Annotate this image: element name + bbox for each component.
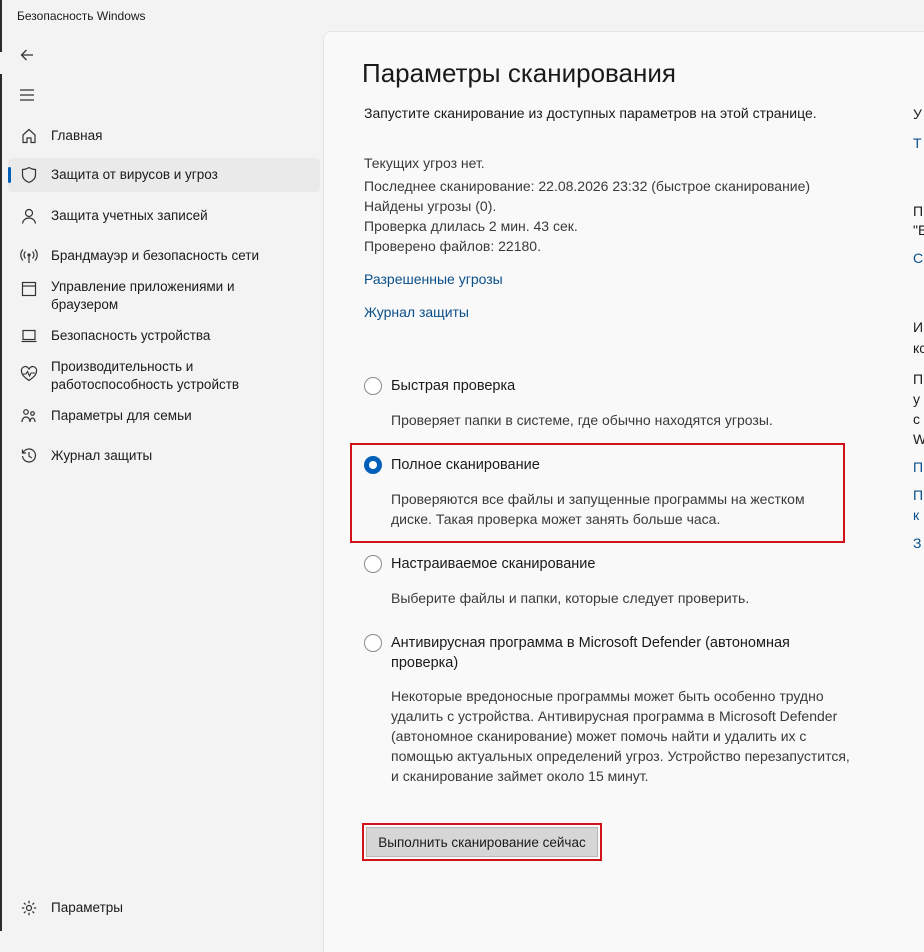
selection-indicator <box>8 167 11 183</box>
right-panel-text: у <box>913 391 920 407</box>
status-last-scan: Последнее сканирование: 22.08.2026 23:32… <box>364 178 811 194</box>
custom-scan-radio[interactable] <box>364 555 382 573</box>
full-scan-title[interactable]: Полное сканирование <box>391 455 851 475</box>
sidebar-item-label: Журнал защиты <box>51 448 153 463</box>
app-title: Безопасность Windows <box>17 9 146 23</box>
right-panel-text: W <box>913 431 924 447</box>
shield-icon <box>20 166 38 184</box>
right-panel-text: П <box>913 371 924 387</box>
quick-scan-radio[interactable] <box>364 377 382 395</box>
page-intro: Запустите сканирование из доступных пара… <box>364 105 817 121</box>
quick-scan-description: Проверяет папки в системе, где обычно на… <box>391 412 773 428</box>
gear-icon <box>20 899 38 917</box>
status-files-scanned: Проверено файлов: 22180. <box>364 238 541 254</box>
sidebar-item-label: Безопасность устройства <box>51 328 211 343</box>
sidebar-item-home[interactable]: Главная <box>8 125 320 147</box>
right-panel-link[interactable]: З <box>913 535 921 551</box>
status-threats-found: Найдены угрозы (0). <box>364 198 497 214</box>
full-scan-radio[interactable] <box>364 456 382 474</box>
heart-pulse-icon <box>20 365 38 383</box>
custom-scan-title[interactable]: Настраиваемое сканирование <box>391 554 851 574</box>
sidebar-item-app-browser-control[interactable]: Управление приложениями и браузером <box>8 277 320 317</box>
back-arrow-icon <box>20 49 33 61</box>
home-icon <box>20 127 38 145</box>
sidebar-item-family-options[interactable]: Параметры для семьи <box>8 405 320 427</box>
offline-scan-radio[interactable] <box>364 634 382 652</box>
sidebar-item-account-protection[interactable]: Защита учетных записей <box>8 205 320 227</box>
right-panel-link[interactable]: к <box>913 507 919 523</box>
sidebar-item-virus-protection[interactable]: Защита от вирусов и угроз <box>8 158 320 192</box>
menu-button[interactable] <box>9 77 45 113</box>
status-current-threats: Текущих угроз нет. <box>364 155 485 171</box>
right-panel-link[interactable]: П <box>913 459 923 475</box>
wifi-antenna-icon <box>20 247 38 265</box>
page-title: Параметры сканирования <box>362 58 676 88</box>
right-panel-link[interactable]: П <box>913 487 923 503</box>
back-button[interactable] <box>9 37 45 73</box>
history-icon <box>20 447 38 465</box>
right-panel-text: И <box>913 319 924 335</box>
window-edge-gap <box>0 52 2 74</box>
sidebar-item-firewall[interactable]: Брандмауэр и безопасность сети <box>8 245 320 267</box>
right-panel-link[interactable]: С <box>913 250 923 266</box>
sidebar-item-label: Производительность и работоспособность у… <box>51 359 240 392</box>
sidebar-item-label: Параметры для семьи <box>51 408 192 423</box>
right-panel-text: П <box>913 203 924 219</box>
family-icon <box>20 407 38 425</box>
window-edge <box>0 0 2 931</box>
sidebar-item-label: Защита учетных записей <box>51 208 208 223</box>
custom-scan-description: Выберите файлы и папки, которые следует … <box>391 590 750 606</box>
scan-now-button[interactable]: Выполнить сканирование сейчас <box>366 827 598 857</box>
allowed-threats-link[interactable]: Разрешенные угрозы <box>364 271 503 287</box>
offline-scan-description: Некоторые вредоносные программы может бы… <box>391 688 850 784</box>
right-panel-link[interactable]: Т <box>913 135 922 151</box>
sidebar-item-label: Управление приложениями и браузером <box>51 279 235 312</box>
sidebar-item-settings[interactable]: Параметры <box>8 897 320 919</box>
right-panel-text: "Е <box>913 222 924 238</box>
person-icon <box>20 207 38 225</box>
laptop-icon <box>20 327 38 345</box>
sidebar-item-protection-history[interactable]: Журнал защиты <box>8 445 320 467</box>
full-scan-description: Проверяются все файлы и запущенные прогр… <box>391 491 805 527</box>
offline-scan-title[interactable]: Антивирусная программа в Microsoft Defen… <box>391 633 831 673</box>
status-scan-duration: Проверка длилась 2 мин. 43 сек. <box>364 218 578 234</box>
right-panel-text: кс <box>913 340 924 356</box>
hamburger-menu-icon <box>20 89 34 101</box>
sidebar-item-device-security[interactable]: Безопасность устройства <box>8 325 320 347</box>
sidebar-item-label: Параметры <box>51 900 123 915</box>
sidebar-item-label: Главная <box>51 128 103 143</box>
sidebar-item-label: Защита от вирусов и угроз <box>51 167 218 182</box>
right-panel-text: с <box>913 411 920 427</box>
protection-history-link[interactable]: Журнал защиты <box>364 304 469 320</box>
quick-scan-title[interactable]: Быстрая проверка <box>391 376 851 396</box>
app-browser-icon <box>20 280 38 298</box>
sidebar-item-label: Брандмауэр и безопасность сети <box>51 248 260 263</box>
right-panel-text: У <box>913 106 922 122</box>
sidebar-item-device-performance[interactable]: Производительность и работоспособность у… <box>8 357 320 397</box>
